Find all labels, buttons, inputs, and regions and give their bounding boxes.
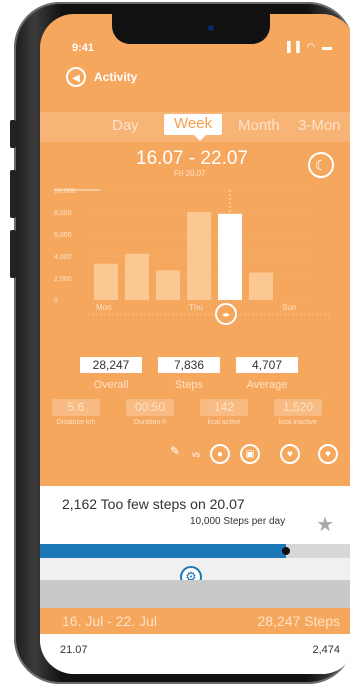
heart-rate-icon[interactable]: ♥ <box>280 444 300 464</box>
tab-3-month[interactable]: 3-Mon <box>298 117 341 134</box>
step-goal-text: 10,000 Steps per day <box>190 516 286 527</box>
star-icon[interactable]: ★ <box>316 512 334 537</box>
volume-down-button <box>10 230 16 278</box>
selected-day: Fri 20.07 <box>174 169 206 178</box>
overall-value: 28,247 <box>80 357 142 373</box>
day-date: 21.07 <box>60 644 88 656</box>
y-tick-label: 10,000 <box>54 188 76 195</box>
status-icons: ▐▐ ◠ ▬ <box>283 42 334 53</box>
y-tick-label: 2,000 <box>54 276 72 283</box>
y-tick-label: 6,000 <box>54 232 72 239</box>
volume-up-button <box>10 170 16 218</box>
y-tick-label: 8,000 <box>54 210 72 217</box>
heart-icon[interactable]: ♥ <box>318 444 338 464</box>
day-steps: 2,474 <box>312 644 340 656</box>
list-item[interactable]: 21.07 2,474 <box>40 634 350 674</box>
steps-chart: 0 2,000 4,000 6,000 8,000 10,000 Mon Thu Sun ◂▸ <box>54 188 332 325</box>
week-range: 16. Jul - 22. Jul <box>62 613 157 629</box>
x-tick-label: Sun <box>282 303 296 312</box>
pen-icon[interactable]: ✎ <box>170 444 180 458</box>
kcal-active-value: 142 <box>200 399 248 416</box>
vs-label: vs <box>192 450 200 459</box>
status-time: 9:41 <box>72 42 95 54</box>
tab-day[interactable]: Day <box>112 117 139 134</box>
y-tick-label: 4,000 <box>54 254 72 261</box>
mute-switch <box>10 120 16 148</box>
progress-marker <box>282 547 291 555</box>
distance-value: 5.6 <box>52 399 100 416</box>
duration-label: Duration h <box>133 419 167 426</box>
bar-tue <box>125 253 149 300</box>
bar-sat <box>249 272 273 300</box>
kcal-inactive-value: 1,520 <box>274 399 322 416</box>
distance-label: Distance km <box>56 419 96 426</box>
steps-value: 7,836 <box>158 357 220 373</box>
back-button[interactable]: ◀ <box>66 67 86 87</box>
bar-thu <box>187 212 211 300</box>
divider-band <box>40 580 350 608</box>
scale-icon[interactable]: ▣ <box>240 444 260 464</box>
x-tick-label: Thu <box>189 303 203 312</box>
goal-progress-fill <box>40 544 287 558</box>
bar-wed <box>156 270 180 300</box>
steps-label: Steps <box>174 379 204 391</box>
average-value: 4,707 <box>236 357 298 373</box>
goal-progress-bar <box>40 544 350 558</box>
overall-label: Overall <box>93 379 129 391</box>
period-tabs: Day Week Month 3-Mon <box>40 112 350 142</box>
week-steps: 28,247 Steps <box>257 613 340 629</box>
average-label: Average <box>246 379 288 391</box>
kcal-inactive-label: kcal inactive <box>278 419 318 426</box>
y-tick-label: 0 <box>54 298 58 305</box>
date-range: 16.07 - 22.07 <box>136 148 248 169</box>
moon-icon[interactable]: ☾ <box>308 152 334 178</box>
bar-mon <box>94 263 118 300</box>
scrubber-arrows-icon: ◂▸ <box>222 310 230 319</box>
kcal-active-label: kcal active <box>207 419 241 426</box>
notch <box>112 14 270 44</box>
week-summary: 16. Jul - 22. Jul 28,247 Steps <box>40 608 350 634</box>
tab-week[interactable]: Week <box>164 114 223 141</box>
tab-month[interactable]: Month <box>238 117 280 134</box>
drop-icon[interactable]: ● <box>210 444 230 464</box>
page-title: Activity <box>94 70 138 84</box>
duration-value: 00:50 <box>126 399 174 416</box>
too-few-steps-panel: 2,162 Too few steps on 20.07 10,000 Step… <box>40 486 350 544</box>
too-few-steps-text: 2,162 Too few steps on 20.07 <box>62 496 245 512</box>
app-screen: 9:41 ▐▐ ◠ ▬ ◀ Activity Day Week Month 3-… <box>40 14 350 674</box>
x-tick-label: Mon <box>96 303 112 312</box>
bar-fri <box>218 213 242 300</box>
